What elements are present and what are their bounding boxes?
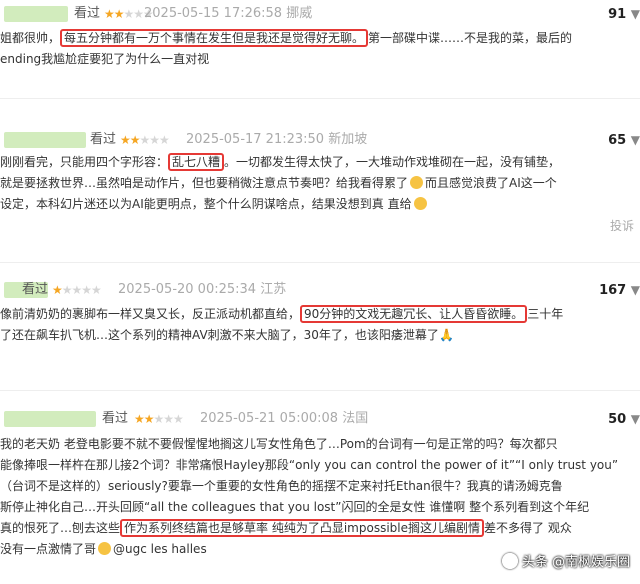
rating-stars-icon: ★★★★★ xyxy=(120,133,170,147)
report-link[interactable]: 投诉 xyxy=(610,217,634,234)
face-emoji-icon xyxy=(413,197,427,210)
vote-count[interactable]: 65 ▼ xyxy=(608,129,640,152)
status-seen: 看过 xyxy=(90,132,117,147)
laughing-face-emoji-icon xyxy=(98,542,112,555)
vote-count[interactable]: 50 ▼ xyxy=(608,408,640,431)
highlight-box: 90分钟的文戏无趣冗长、让人昏昏欲睡。 xyxy=(300,305,528,323)
status-seen: 看过 xyxy=(22,282,49,297)
rating-stars-icon: ★★★★★ xyxy=(52,283,102,297)
username[interactable] xyxy=(4,411,96,427)
timestamp-location: 2025-05-15 17:26:58 挪威 xyxy=(144,6,313,21)
timestamp-location: 2025-05-20 00:25:34 江苏 xyxy=(118,282,287,297)
status-seen: 看过 xyxy=(74,6,101,21)
highlight-box: 乱七八糟 xyxy=(168,153,225,171)
vote-caret-icon: ▼ xyxy=(630,412,640,426)
divider xyxy=(0,390,640,391)
watermark-text: 头条 @南枫娱乐圈 xyxy=(521,555,630,570)
vote-count[interactable]: 167 ▼ xyxy=(599,279,640,302)
review-header: 看过 ★★★★★ 2025-05-17 21:23:50 新加坡 65 ▼ xyxy=(0,129,640,151)
vote-caret-icon: ▼ xyxy=(630,133,640,147)
tired-face-emoji-icon xyxy=(410,176,424,189)
divider xyxy=(0,98,640,99)
vote-count[interactable]: 91 ▼ xyxy=(608,3,640,26)
timestamp-location: 2025-05-21 05:00:08 法国 xyxy=(200,411,369,426)
review-text: 我的老天奶 老登电影要不就不要假惺惺地搁这儿写女性角色了…Pom的台词有一句是正… xyxy=(0,437,619,556)
divider xyxy=(0,262,640,263)
review-header: 看过 ★★★★★ 2025-05-15 17:26:58 挪威 91 ▼ xyxy=(0,3,640,25)
vote-caret-icon: ▼ xyxy=(630,283,640,297)
username[interactable] xyxy=(4,6,68,22)
toutiao-logo-icon xyxy=(501,553,518,569)
praying-hands-icon: 🙏 xyxy=(438,328,454,342)
review-header: 看过 ★★★★★ 2025-05-21 05:00:08 法国 50 ▼ xyxy=(0,408,640,430)
review-text: 像前清奶奶的裹脚布一样又臭又长，反正派动机都直给， 90分钟的文戏无趣冗长、让人昏… xyxy=(0,304,640,346)
rating-stars-icon: ★★★★★ xyxy=(134,412,184,426)
highlight-box: 作为系列终结篇也是够草率 纯纯为了凸显impossible搁这儿编剧情 xyxy=(120,519,484,537)
timestamp-location: 2025-05-17 21:23:50 新加坡 xyxy=(186,132,368,147)
highlight-box: 每五分钟都有一万个事情在发生但是我还是觉得好无聊。 xyxy=(60,29,369,47)
review-text: 姐都很帅， 每五分钟都有一万个事情在发生但是我还是觉得好无聊。 第一部碟中谍……不是… xyxy=(0,29,573,66)
review-text: 刚刚看完，只能用四个字形容： 乱七八糟 。一切都发生得太快了，一大堆动作戏堆砌在一起… xyxy=(0,153,561,211)
username[interactable] xyxy=(4,132,86,148)
watermark: 头条 @南枫娱乐圈 xyxy=(501,552,630,574)
status-seen: 看过 xyxy=(102,411,129,426)
review-header: 看过 ★★★★★ 2025-05-20 00:25:34 江苏 167 ▼ xyxy=(0,279,640,301)
vote-caret-icon: ▼ xyxy=(630,7,640,21)
